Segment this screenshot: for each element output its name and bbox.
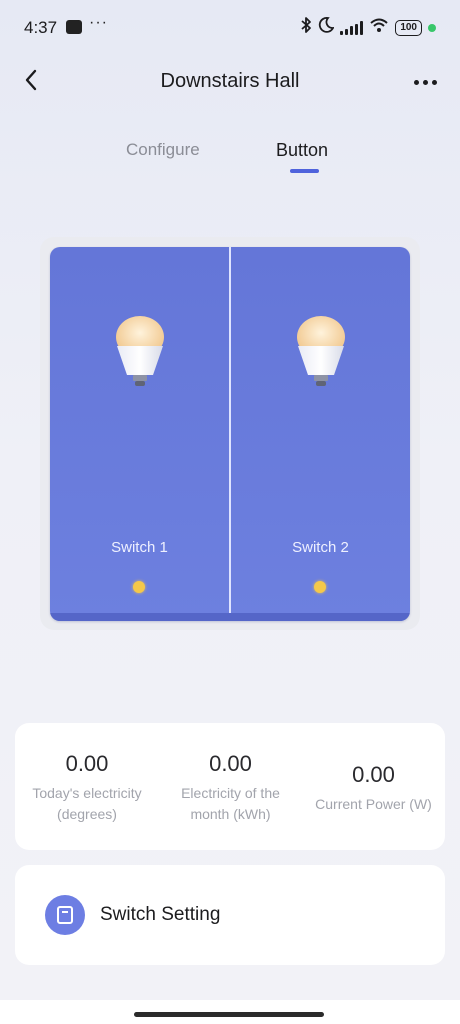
switch-setting-button[interactable]: Switch Setting bbox=[15, 865, 445, 965]
switch-2-label: Switch 2 bbox=[292, 539, 349, 556]
switch-panel-icon bbox=[45, 895, 85, 935]
light-bulb-icon bbox=[297, 316, 345, 386]
home-indicator[interactable] bbox=[134, 1012, 324, 1017]
energy-stats-card: 0.00 Today's electricity (degrees) 0.00 … bbox=[15, 723, 445, 850]
more-options-button[interactable] bbox=[408, 66, 442, 98]
system-navigation-bar bbox=[0, 1000, 460, 1024]
stat-label: Electricity of the month (kWh) bbox=[181, 785, 280, 822]
dot bbox=[422, 79, 428, 85]
status-bar: 4:37 ··· 100 bbox=[0, 0, 460, 56]
panel-bottom-edge bbox=[50, 613, 410, 621]
active-tab-indicator bbox=[290, 169, 319, 173]
signal-icon bbox=[340, 21, 364, 35]
light-bulb-icon bbox=[116, 316, 164, 386]
switch-2-button[interactable]: Switch 2 bbox=[231, 247, 410, 613]
switch-1-button[interactable]: Switch 1 bbox=[50, 247, 229, 613]
wifi-icon bbox=[369, 17, 389, 39]
stat-value: 0.00 bbox=[209, 751, 252, 776]
tab-button[interactable]: Button bbox=[276, 140, 328, 161]
stat-today-electricity: 0.00 Today's electricity (degrees) bbox=[15, 751, 159, 825]
stat-month-electricity: 0.00 Electricity of the month (kWh) bbox=[159, 751, 302, 825]
stat-value: 0.00 bbox=[65, 751, 109, 776]
header: Downstairs Hall bbox=[0, 58, 460, 106]
tab-bar: Configure Button bbox=[0, 138, 460, 178]
switch-setting-label: Switch Setting bbox=[100, 904, 221, 925]
status-time: 4:37 bbox=[24, 18, 58, 37]
stat-label: Current Power (W) bbox=[315, 796, 432, 812]
privacy-indicator bbox=[428, 24, 436, 32]
stat-current-power: 0.00 Current Power (W) bbox=[302, 762, 445, 815]
switch-1-label: Switch 1 bbox=[111, 539, 168, 556]
stat-value: 0.00 bbox=[352, 762, 395, 787]
dot bbox=[431, 79, 437, 85]
tab-configure[interactable]: Configure bbox=[126, 140, 200, 160]
battery-icon: 100 bbox=[395, 20, 422, 36]
app-notification-icon bbox=[66, 20, 82, 34]
page-title: Downstairs Hall bbox=[160, 70, 300, 92]
bluetooth-icon bbox=[300, 16, 312, 40]
switch-2-indicator-light bbox=[314, 581, 326, 593]
moon-icon bbox=[318, 16, 335, 40]
switch-1-indicator-light bbox=[133, 581, 145, 593]
stat-label: Today's electricity (degrees) bbox=[32, 785, 142, 822]
dot bbox=[413, 79, 419, 85]
more-notifications-indicator: ··· bbox=[89, 14, 108, 31]
status-icons: 100 bbox=[300, 16, 436, 40]
switch-panel: Switch 1 Switch 2 bbox=[50, 247, 410, 621]
switch-glyph bbox=[57, 906, 73, 924]
